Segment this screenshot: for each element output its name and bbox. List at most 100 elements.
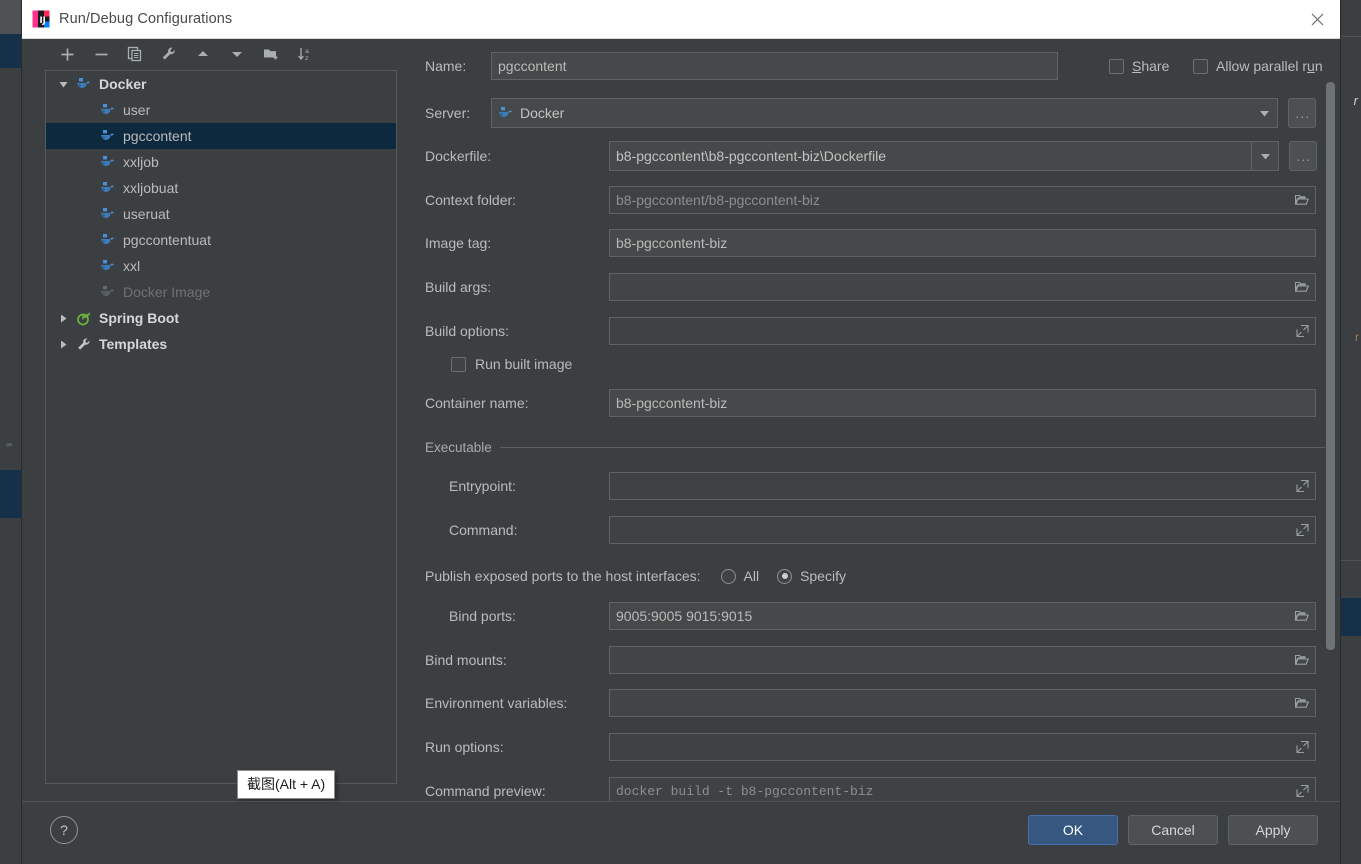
allow-parallel-run-checkbox-row[interactable]: Allow parallel run [1193,58,1323,74]
server-browse-button[interactable]: ... [1288,98,1316,128]
run-built-image-checkbox[interactable] [451,356,466,372]
settings-scrollbar-thumb[interactable] [1326,82,1335,650]
settings-scrollbar[interactable] [1326,82,1335,650]
ok-button[interactable]: OK [1028,815,1118,845]
entrypoint-row: Entrypoint: [425,472,1316,500]
share-checkbox[interactable] [1109,58,1124,74]
command-preview-label: Command preview: [425,783,546,799]
share-label: Share [1132,58,1170,74]
edit-templates-button[interactable] [152,39,186,69]
container-name-input[interactable]: b8-pgccontent-biz [609,389,1316,417]
allow-parallel-run-checkbox[interactable] [1193,58,1208,74]
command-preview-row: Command preview: docker build -t b8-pgcc… [425,777,1316,802]
apply-button[interactable]: Apply [1228,815,1318,845]
server-combobox[interactable]: Docker [491,98,1278,128]
svg-text:IJ: IJ [40,16,46,26]
tree-node-user[interactable]: user [46,97,396,123]
folder-icon[interactable] [1295,194,1309,206]
chevron-down-icon[interactable] [54,77,72,91]
move-up-button[interactable] [186,39,220,69]
expand-icon[interactable] [1296,740,1309,754]
bind-ports-row: Bind ports: 9005:9005 9015:9015 [425,602,1316,630]
command-preview-input[interactable]: docker build -t b8-pgccontent-biz [609,777,1316,802]
tree-node-label: Docker Image [123,284,211,300]
dialog-title: Run/Debug Configurations [59,11,233,27]
bind-ports-input[interactable]: 9005:9005 9015:9015 [609,602,1316,630]
ide-background-left-strip [0,0,22,864]
docker-icon [100,155,118,170]
wrench-icon [76,337,94,352]
help-button[interactable]: ? [50,816,78,844]
docker-icon [100,207,118,222]
chevron-right-icon[interactable] [54,337,72,351]
container-name-value: b8-pgccontent-biz [616,395,728,411]
tree-node-label: xxljob [123,154,159,170]
tree-node-label: xxljobuat [123,180,179,196]
expand-icon[interactable] [1296,479,1309,493]
folder-icon[interactable] [1295,281,1309,293]
tree-node-pgccontentuat[interactable]: pgccontentuat [46,227,396,253]
environment-variables-input[interactable] [609,689,1316,717]
publish-ports-radio-specify[interactable] [777,568,793,584]
tree-node-spring-boot[interactable]: Spring Boot [46,305,396,331]
entrypoint-input[interactable] [609,472,1316,500]
name-input[interactable]: pgccontent [491,52,1058,80]
tree-node-xxljob[interactable]: xxljob [46,149,396,175]
folder-icon[interactable] [1295,654,1309,666]
command-input[interactable] [609,516,1316,544]
tree-node-label: user [123,102,151,118]
folder-icon[interactable] [1295,610,1309,622]
tree-node-useruat[interactable]: useruat [46,201,396,227]
close-icon[interactable] [1294,0,1340,38]
name-label: Name: [425,58,467,74]
bind-mounts-input[interactable] [609,646,1316,674]
tree-node-pgccontent[interactable]: pgccontent [46,123,396,149]
expand-icon[interactable] [1296,784,1309,798]
tree-node-templates[interactable]: Templates [46,331,396,357]
chevron-down-icon[interactable] [1251,99,1277,127]
publish-ports-radio-all[interactable] [720,568,736,584]
run-built-image-row[interactable]: Run built image [425,356,572,372]
share-checkbox-row[interactable]: Share [1109,58,1169,74]
configurations-tree[interactable]: Docker user pgccontent xxljob xxljobuat … [45,70,397,784]
copy-configuration-button[interactable] [118,39,152,69]
dockerfile-value: b8-pgccontent\b8-pgccontent-biz\Dockerfi… [616,148,887,164]
cancel-button[interactable]: Cancel [1128,815,1218,845]
docker-icon [100,259,118,274]
run-options-input[interactable] [609,733,1316,761]
context-folder-input[interactable]: b8-pgccontent/b8-pgccontent-biz [609,186,1316,214]
command-row: Command: [425,516,1316,544]
screenshot-tooltip: 截图(Alt + A) [237,770,336,799]
dockerfile-combobox[interactable]: b8-pgccontent\b8-pgccontent-biz\Dockerfi… [609,141,1279,171]
dialog-buttons: OK Cancel Apply [1028,815,1318,845]
remove-configuration-button[interactable] [84,39,118,69]
build-args-input[interactable] [609,273,1316,301]
context-folder-row: Context folder: b8-pgccontent/b8-pgccont… [425,186,1316,214]
new-folder-button[interactable] [254,39,288,69]
expand-icon[interactable] [1296,523,1309,537]
folder-icon[interactable] [1295,697,1309,709]
command-preview-value: docker build -t b8-pgccontent-biz [616,783,874,799]
server-row: Server: Docker ... [425,98,1316,128]
tree-node-label: xxl [123,258,141,274]
tree-node-label: pgccontentuat [123,232,211,248]
tree-node-docker[interactable]: Docker [46,71,396,97]
tree-node-xxl[interactable]: xxl [46,253,396,279]
executable-section-label: Executable [425,440,492,455]
tree-node-xxljobuat[interactable]: xxljobuat [46,175,396,201]
move-down-button[interactable] [220,39,254,69]
environment-variables-row: Environment variables: [425,689,1316,717]
sort-alphabetically-button[interactable]: a z [288,39,322,69]
tree-node-docker-image[interactable]: Docker Image [46,279,396,305]
build-options-input[interactable] [609,317,1316,345]
dockerfile-browse-button[interactable]: ... [1289,141,1317,171]
chevron-down-icon[interactable] [1251,142,1278,170]
dialog-titlebar: IJ Run/Debug Configurations [22,0,1340,39]
chevron-right-icon[interactable] [54,311,72,325]
build-args-row: Build args: [425,273,1316,301]
add-configuration-button[interactable] [50,39,84,69]
bind-ports-value: 9005:9005 9015:9015 [616,608,753,624]
docker-icon [76,77,94,92]
image-tag-input[interactable]: b8-pgccontent-biz [609,229,1316,257]
expand-icon[interactable] [1296,324,1309,338]
